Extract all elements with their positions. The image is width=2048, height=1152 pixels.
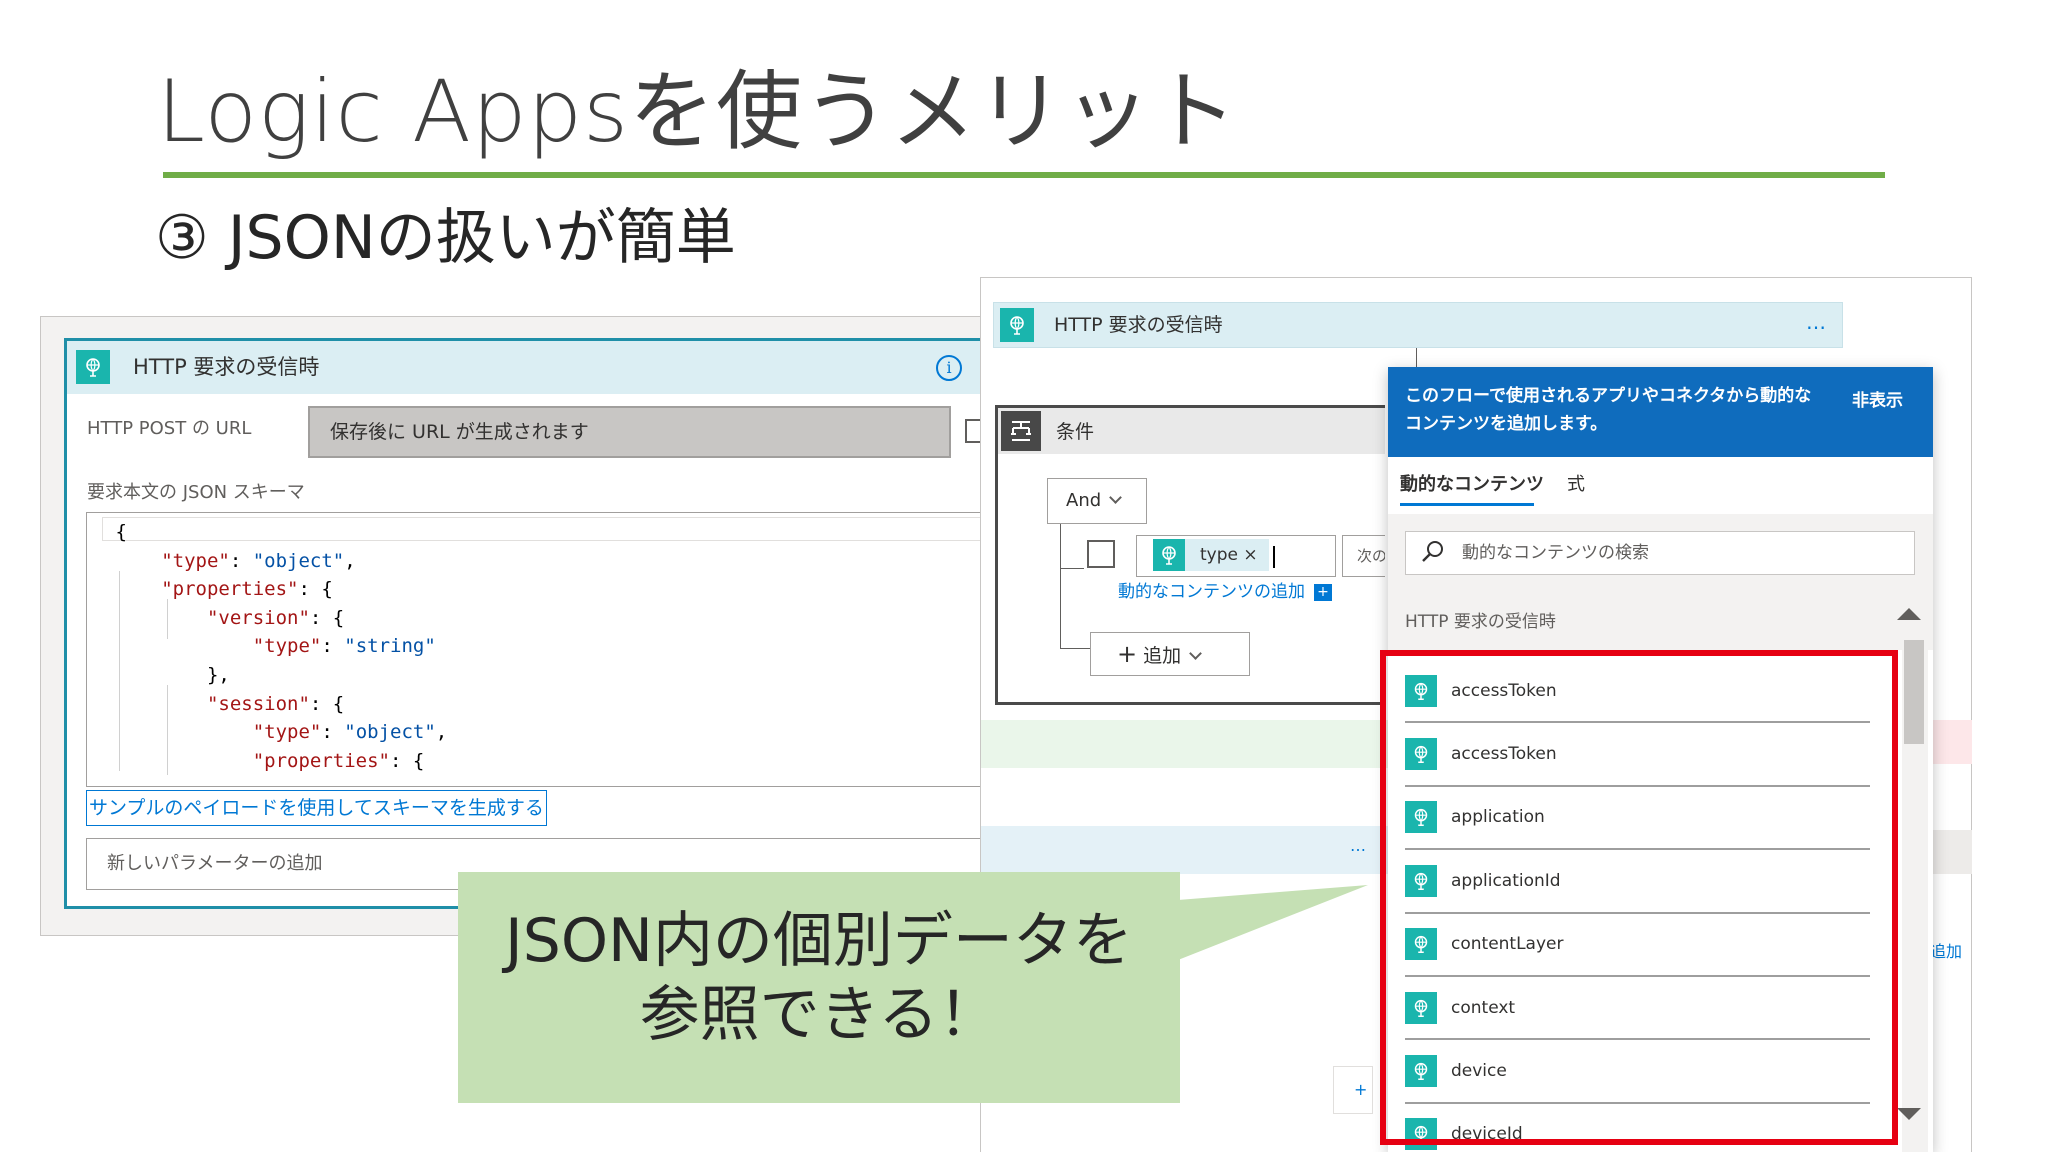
schema-punct: : xyxy=(229,549,253,572)
flow-connector xyxy=(1416,348,1417,368)
schema-key: "properties" xyxy=(161,578,299,601)
callout-line-2: 参照できる！ xyxy=(639,980,999,1050)
schema-punct: { xyxy=(115,521,127,543)
schema-code-line: }, xyxy=(104,661,447,690)
schema-key: "type" xyxy=(161,549,230,572)
chevron-down-icon xyxy=(1109,491,1123,504)
schema-code-line: "type": "string" xyxy=(104,632,447,661)
if-no-branch-strip xyxy=(1932,720,1972,764)
post-url-field[interactable]: 保存後に URL が生成されます xyxy=(308,406,951,458)
schema-code-line: "type": "object", xyxy=(104,718,448,747)
search-icon xyxy=(1420,539,1446,565)
highlight-frame xyxy=(1380,650,1898,1145)
tab-dynamic-content[interactable]: 動的なコンテンツ xyxy=(1400,470,1544,500)
operator-select[interactable]: 次の xyxy=(1342,535,1385,577)
section-title: HTTP 要求の受信時 xyxy=(1405,612,1556,632)
title-rule xyxy=(163,172,1885,178)
add-action-link[interactable]: 追加 xyxy=(1930,938,1962,962)
post-url-label: HTTP POST の URL xyxy=(87,418,252,439)
chevron-down-icon xyxy=(1189,647,1202,660)
callout-line-1: JSON内の個別データを xyxy=(505,906,1133,976)
json-schema-code: { "type": "object", "properties": { "ver… xyxy=(104,518,447,775)
schema-key: "version" xyxy=(206,606,310,629)
schema-value: "object" xyxy=(252,549,345,572)
slide-title: Logic Appsを使うメリット xyxy=(157,62,1238,162)
schema-key: "type" xyxy=(252,721,322,744)
flow-trigger-title: HTTP 要求の受信時 xyxy=(1054,314,1223,336)
callout-text: JSON内の個別データを 参照できる！ xyxy=(458,904,1180,1052)
tree-line xyxy=(1060,568,1084,569)
condition-icon xyxy=(1001,411,1041,451)
dynamic-content-description: このフローで使用されるアプリやコネクタから動的なコンテンツを追加します。 xyxy=(1405,386,1812,434)
schema-punct: : xyxy=(321,721,345,744)
tree-line xyxy=(1060,524,1061,648)
action-card-strip[interactable] xyxy=(981,826,1401,874)
plus-icon: + xyxy=(1117,640,1138,668)
schema-punct: : { xyxy=(309,692,345,715)
token-remove-icon[interactable]: × xyxy=(1243,545,1257,565)
json-schema-label: 要求本文の JSON スキーマ xyxy=(87,482,305,503)
http-trigger-title: HTTP 要求の受信時 xyxy=(133,355,320,379)
tree-line xyxy=(1060,648,1090,649)
schema-code-line: "properties": { xyxy=(104,747,447,776)
schema-punct: : { xyxy=(309,606,345,629)
dynamic-content-search-input[interactable] xyxy=(1462,536,1882,570)
more-options-icon[interactable]: … xyxy=(1350,836,1368,855)
schema-value: "string" xyxy=(344,635,436,658)
schema-punct: : { xyxy=(390,749,425,772)
schema-code-line: { xyxy=(104,518,447,547)
schema-punct: : { xyxy=(298,578,333,601)
schema-key: "properties" xyxy=(252,749,390,772)
text-caret xyxy=(1273,546,1275,568)
hide-panel-link[interactable]: 非表示 xyxy=(1852,386,1903,411)
and-or-select[interactable]: And xyxy=(1047,478,1147,524)
schema-value: "object" xyxy=(344,721,436,744)
tab-expression[interactable]: 式 xyxy=(1567,470,1585,500)
active-tab-indicator xyxy=(1400,503,1534,506)
schema-code-line: "session": { xyxy=(104,690,447,719)
schema-punct: }, xyxy=(206,663,230,686)
request-trigger-icon xyxy=(1000,308,1034,342)
scroll-up-arrow-icon[interactable] xyxy=(1897,608,1921,620)
add-row-button[interactable]: + 追加 xyxy=(1090,632,1250,676)
schema-code-line: "type": "object", xyxy=(104,547,447,576)
scroll-down-arrow-icon[interactable] xyxy=(1897,1108,1921,1120)
schema-code-line: "version": { xyxy=(104,604,447,633)
dynamic-token-label: type × xyxy=(1200,542,1258,568)
add-row-label: 追加 xyxy=(1143,645,1182,667)
condition-title: 条件 xyxy=(1056,421,1095,443)
scrollbar-thumb[interactable] xyxy=(1904,640,1924,744)
if-yes-branch-strip xyxy=(981,720,1401,768)
schema-punct: , xyxy=(344,549,356,572)
callout-pointer xyxy=(1178,885,1368,960)
token-name: type xyxy=(1200,545,1238,565)
add-dynamic-content-link[interactable]: 動的なコンテンツの追加 xyxy=(1118,580,1305,604)
action-card-strip xyxy=(1932,830,1972,874)
row-checkbox[interactable] xyxy=(1087,540,1115,568)
schema-punct: : xyxy=(321,635,345,658)
slide-subtitle: ③ JSONの扱いが簡単 xyxy=(155,203,736,273)
more-options-icon[interactable]: … xyxy=(1806,310,1828,334)
and-or-label: And xyxy=(1066,490,1102,511)
schema-punct: , xyxy=(435,721,448,744)
schema-code-line: "properties": { xyxy=(104,575,447,604)
schema-key: "type" xyxy=(252,635,322,658)
add-dynamic-content-icon[interactable]: + xyxy=(1314,584,1332,601)
generate-schema-from-sample-link[interactable]: サンプルのペイロードを使用してスキーマを生成する xyxy=(86,790,547,826)
schema-key: "session" xyxy=(206,692,310,715)
request-trigger-icon xyxy=(1153,539,1185,571)
request-trigger-icon xyxy=(76,350,110,384)
info-icon[interactable]: i xyxy=(936,355,962,381)
